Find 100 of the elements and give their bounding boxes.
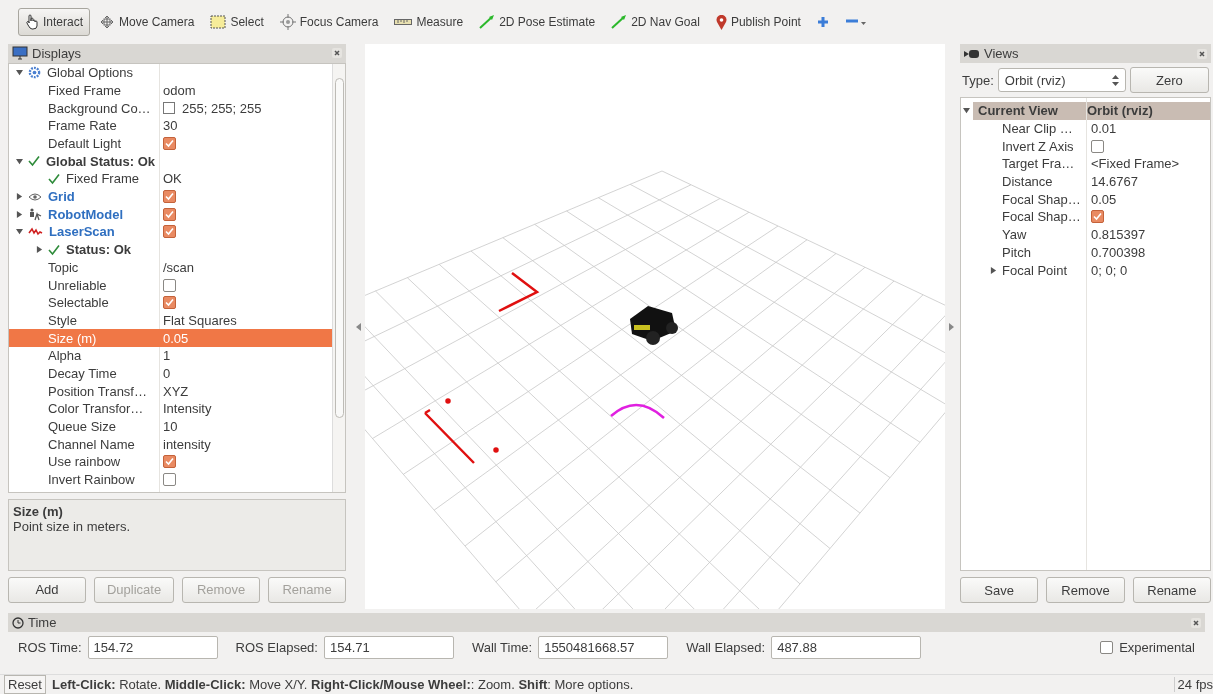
tree-row[interactable]: Fixed Frame OK — [9, 170, 332, 188]
tree-row[interactable]: Color Transfor… Intensity — [9, 400, 332, 418]
property-value: 0; 0; 0 — [1090, 262, 1128, 278]
expanded-arrow-icon[interactable] — [15, 157, 23, 165]
time-label: ROS Time: — [18, 639, 82, 655]
tree-row[interactable]: Unreliable — [9, 276, 332, 294]
property-value: 0 — [162, 365, 171, 381]
property-value: 14.6767 — [1090, 174, 1138, 190]
checkbox[interactable] — [163, 296, 176, 310]
tree-row[interactable]: Global Options — [9, 63, 332, 82]
camera-icon — [964, 48, 980, 59]
minus-icon — [844, 17, 867, 27]
panel-button[interactable]: Remove — [1046, 577, 1125, 603]
tool-button[interactable]: Focus Camera — [272, 8, 386, 36]
tool-button[interactable]: Measure — [387, 8, 471, 36]
time-field[interactable]: 1550481668.57 — [538, 635, 669, 659]
scrollbar[interactable] — [332, 63, 345, 493]
tool-button[interactable]: 2D Nav Goal — [604, 8, 707, 36]
tree-row[interactable]: Decay Time 0 — [9, 364, 332, 383]
tool-button[interactable]: Select — [203, 8, 271, 36]
expand-arrow-icon[interactable] — [949, 322, 954, 331]
property-value: 255; 255; 255 — [181, 100, 262, 116]
laser-wave-icon — [28, 226, 43, 238]
collapse-arrow-icon[interactable] — [356, 322, 361, 331]
close-icon[interactable] — [332, 48, 342, 59]
zero-button[interactable]: Zero — [1129, 67, 1209, 93]
tree-row[interactable]: Near Clip … 0.01 — [961, 119, 1210, 138]
collapsed-arrow-icon[interactable] — [15, 193, 23, 201]
tree-row[interactable]: Focal Shap… — [961, 208, 1210, 226]
tree-row[interactable]: Style Flat Squares — [9, 311, 332, 330]
expanded-arrow-icon[interactable] — [15, 228, 23, 236]
tool-button[interactable]: 2D Pose Estimate — [472, 8, 603, 36]
tree-row[interactable]: Invert Z Axis — [961, 137, 1210, 156]
checkbox[interactable] — [163, 207, 176, 221]
tree-row[interactable]: Selectable — [9, 293, 332, 312]
tree-row[interactable]: Alpha 1 — [9, 346, 332, 365]
time-label: Wall Elapsed: — [686, 639, 766, 655]
collapsed-arrow-icon[interactable] — [15, 210, 23, 218]
checkbox[interactable] — [1091, 210, 1104, 224]
property-label: Pitch — [1002, 244, 1031, 260]
tree-row[interactable]: Pitch 0.700398 — [961, 243, 1210, 262]
color-swatch[interactable] — [163, 102, 175, 115]
collapsed-arrow-icon[interactable] — [35, 246, 43, 254]
tool-button[interactable]: Interact — [18, 8, 91, 36]
property-label: Color Transfor… — [48, 401, 144, 417]
gear-icon — [28, 66, 41, 80]
tree-row[interactable]: Yaw 0.815397 — [961, 225, 1210, 244]
property-value: 0.05 — [1090, 191, 1117, 207]
checkbox[interactable] — [163, 225, 176, 239]
tree-row[interactable]: Queue Size 10 — [9, 417, 332, 436]
tree-row[interactable]: Grid — [9, 187, 332, 206]
property-label: Distance — [1002, 174, 1053, 190]
collapsed-arrow-icon[interactable] — [989, 266, 997, 274]
reset-button[interactable]: Reset — [4, 675, 46, 694]
time-field[interactable]: 154.72 — [87, 635, 218, 659]
panel-button[interactable]: Save — [960, 577, 1039, 603]
tree-row[interactable]: RobotModel — [9, 205, 332, 224]
property-value: Orbit (rviz) — [1087, 103, 1154, 119]
checkbox[interactable] — [1091, 139, 1104, 153]
view-type-select[interactable]: Orbit (rviz) — [997, 68, 1126, 92]
panel-button[interactable]: Rename — [1132, 577, 1211, 603]
tree-row[interactable]: LaserScan — [9, 223, 332, 241]
panel-button[interactable]: Add — [8, 577, 86, 603]
time-field[interactable]: 487.88 — [771, 635, 922, 659]
select-icon — [210, 15, 227, 29]
tree-row[interactable]: Position Transf… XYZ — [9, 382, 332, 400]
tree-row[interactable]: Focal Shap… 0.05 — [961, 190, 1210, 209]
tree-row[interactable]: Channel Name intensity — [9, 435, 332, 454]
tree-row[interactable]: Use rainbow — [9, 453, 332, 471]
checkbox[interactable] — [163, 278, 176, 292]
close-icon[interactable] — [1197, 48, 1207, 59]
tree-row[interactable]: Default Light — [9, 134, 332, 153]
tree-row[interactable]: Global Status: Ok — [9, 152, 332, 171]
property-label: Style — [48, 312, 77, 328]
tool-button[interactable]: Publish Point — [708, 8, 808, 36]
tool-button[interactable]: Move Camera — [92, 8, 202, 36]
tree-row[interactable]: Focal Point 0; 0; 0 — [961, 261, 1210, 279]
tree-row[interactable]: Fixed Frame odom — [9, 81, 332, 100]
monitor-icon — [12, 46, 28, 61]
property-label: Alpha — [48, 348, 82, 364]
property-label: Queue Size — [48, 419, 116, 434]
checkbox[interactable] — [163, 473, 176, 487]
close-icon[interactable] — [1191, 617, 1201, 628]
expanded-arrow-icon[interactable] — [963, 107, 970, 115]
move-icon — [99, 15, 116, 29]
tree-row[interactable]: Frame Rate 30 — [9, 117, 332, 135]
checkbox[interactable] — [163, 455, 176, 469]
property-label: Use rainbow — [48, 454, 121, 470]
property-label: Invert Rainbow — [48, 472, 135, 488]
tree-row[interactable]: Distance 14.6767 — [961, 172, 1210, 191]
checkbox[interactable] — [163, 137, 176, 150]
tree-row[interactable]: Topic /scan — [9, 258, 332, 277]
tree-row[interactable]: Target Fra… <Fixed Frame> — [961, 155, 1210, 173]
experimental-checkbox[interactable] — [1100, 640, 1114, 654]
tree-row[interactable]: Invert Rainbow — [9, 470, 332, 489]
tree-row[interactable]: Status: Ok — [9, 240, 332, 259]
expanded-arrow-icon[interactable] — [15, 69, 23, 77]
time-field[interactable]: 154.71 — [323, 635, 454, 659]
checkbox[interactable] — [163, 190, 176, 204]
tree-row[interactable]: Background Co… 255; 255; 255 — [9, 99, 332, 117]
